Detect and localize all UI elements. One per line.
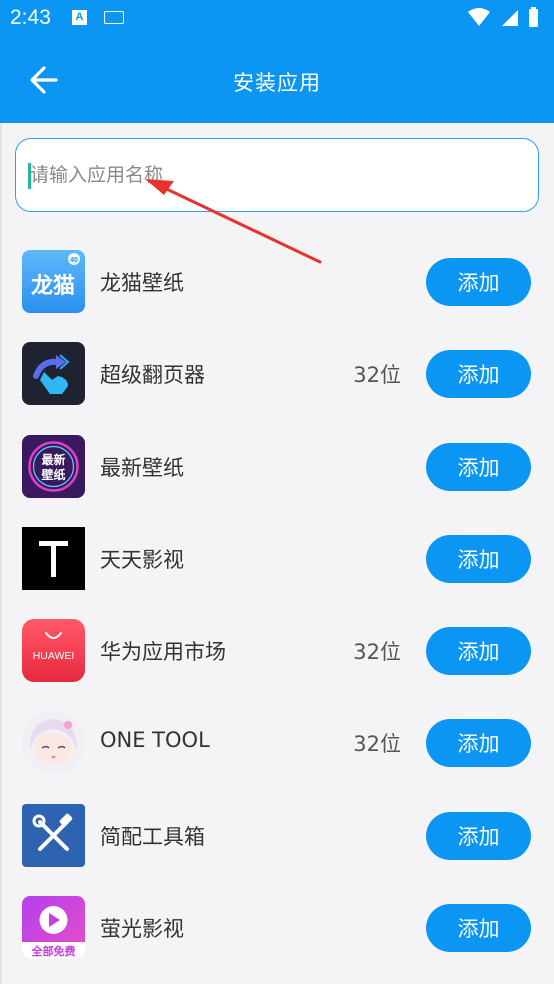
app-list: 40 龙猫 龙猫壁纸 添加 超级翻页器 32位 添加 最新 壁纸 最新壁纸 添加… bbox=[0, 236, 554, 974]
list-item: ONE TOOL 32位 添加 bbox=[0, 697, 554, 789]
svg-text:HUAWEI: HUAWEI bbox=[33, 650, 75, 662]
anime-avatar-icon bbox=[22, 711, 85, 775]
longmao-icon: 40 龙猫 bbox=[22, 250, 85, 313]
list-item: 最新 壁纸 最新壁纸 添加 bbox=[0, 421, 554, 513]
add-button[interactable]: 添加 bbox=[426, 534, 531, 583]
app-count: 32位 bbox=[353, 640, 401, 665]
list-item: 简配工具箱 添加 bbox=[0, 790, 554, 882]
add-button[interactable]: 添加 bbox=[426, 719, 531, 768]
list-item: HUAWEI 华为应用市场 32位 添加 bbox=[0, 605, 554, 697]
keyboard-icon bbox=[104, 11, 124, 24]
page-title: 安装应用 bbox=[233, 71, 321, 95]
app-name: 龙猫壁纸 bbox=[100, 271, 184, 295]
tiantian-icon bbox=[22, 526, 85, 590]
svg-text:全部免费: 全部免费 bbox=[31, 944, 76, 958]
app-name: 天天影视 bbox=[100, 547, 184, 572]
add-button[interactable]: 添加 bbox=[426, 350, 531, 399]
app-name: ONE TOOL bbox=[100, 728, 210, 753]
status-bar: 2:43 A bbox=[0, 0, 554, 36]
app-count: 32位 bbox=[353, 732, 401, 757]
svg-text:最新: 最新 bbox=[41, 452, 65, 467]
app-name: 萤光影视 bbox=[100, 917, 184, 942]
add-button[interactable]: 添加 bbox=[426, 442, 531, 491]
add-button[interactable]: 添加 bbox=[426, 258, 531, 306]
app-name: 华为应用市场 bbox=[100, 640, 226, 665]
page-flip-icon bbox=[22, 342, 85, 406]
battery-icon bbox=[529, 7, 538, 27]
add-button[interactable]: 添加 bbox=[426, 811, 531, 860]
svg-text:壁纸: 壁纸 bbox=[41, 467, 65, 482]
add-button[interactable]: 添加 bbox=[426, 627, 531, 676]
huawei-icon: HUAWEI bbox=[22, 619, 85, 683]
app-name: 简配工具箱 bbox=[100, 824, 205, 849]
wallpaper-icon: 最新 壁纸 bbox=[22, 434, 85, 498]
play-icon: 全部免费 bbox=[22, 896, 85, 960]
list-item: 全部免费 萤光影视 添加 bbox=[0, 882, 554, 974]
app-bar: 安装应用 bbox=[0, 36, 554, 123]
list-item: 天天影视 添加 bbox=[0, 513, 554, 605]
tools-icon bbox=[22, 803, 85, 867]
notification-a-icon: A bbox=[72, 10, 87, 25]
wifi-icon bbox=[468, 8, 490, 26]
app-name: 超级翻页器 bbox=[100, 363, 205, 388]
svg-text:龙猫: 龙猫 bbox=[31, 274, 75, 299]
signal-icon bbox=[502, 10, 518, 26]
app-count: 32位 bbox=[353, 363, 401, 388]
status-icons bbox=[468, 7, 538, 27]
list-item: 40 龙猫 龙猫壁纸 添加 bbox=[0, 236, 554, 328]
search-box[interactable] bbox=[15, 138, 539, 212]
search-input[interactable] bbox=[30, 139, 530, 211]
add-button[interactable]: 添加 bbox=[426, 904, 531, 953]
list-item: 超级翻页器 32位 添加 bbox=[0, 328, 554, 420]
app-name: 最新壁纸 bbox=[100, 455, 184, 480]
svg-text:40: 40 bbox=[70, 257, 78, 264]
status-time: 2:43 bbox=[10, 6, 51, 29]
